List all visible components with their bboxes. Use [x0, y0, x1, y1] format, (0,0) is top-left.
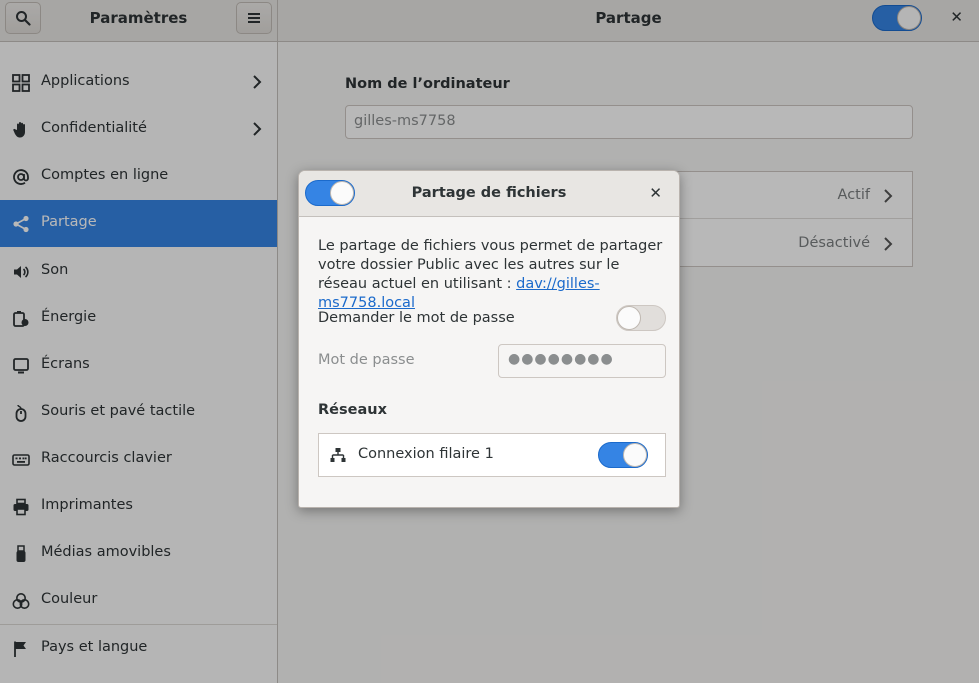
dialog-close-button[interactable]: ✕: [649, 184, 662, 202]
sidebar-item-label: Souris et pavé tactile: [41, 403, 196, 419]
display-icon: [13, 358, 29, 374]
sidebar-item-region-language[interactable]: Pays et langue: [0, 625, 277, 672]
computer-name-input[interactable]: gilles-ms7758: [345, 105, 913, 139]
keyboard-icon: [12, 454, 30, 466]
flag-icon: [14, 641, 26, 657]
app-title: Paramètres: [89, 9, 188, 27]
usb-icon: [16, 545, 26, 562]
sidebar-item-applications[interactable]: Applications: [0, 59, 277, 106]
printer-icon: [13, 498, 29, 516]
sidebar-item-keyboard-shortcuts[interactable]: Raccourcis clavier: [0, 436, 277, 483]
dialog-title: Partage de fichiers: [411, 185, 567, 201]
share-icon: [13, 215, 29, 233]
sidebar-item-label: Couleur: [41, 591, 98, 607]
computer-name-label: Nom de l’ordinateur: [345, 76, 510, 92]
switch-knob: [897, 6, 921, 30]
sidebar-item-power[interactable]: Énergie: [0, 295, 277, 342]
sidebar-item-label: Raccourcis clavier: [41, 450, 172, 466]
dialog-header: Partage de fichiers ✕: [299, 171, 679, 217]
sidebar-item-removable-media[interactable]: Médias amovibles: [0, 530, 277, 577]
sidebar-item-label: Applications: [41, 73, 130, 89]
sidebar-item-label: Partage: [41, 214, 97, 230]
window-close-button[interactable]: ✕: [950, 8, 963, 26]
sidebar-item-label: Médias amovibles: [41, 544, 171, 560]
sharing-master-switch[interactable]: [872, 5, 922, 31]
password-field[interactable]: ●●●●●●●●: [498, 344, 666, 378]
power-icon: [13, 311, 29, 327]
service-status: Désactivé: [798, 235, 870, 251]
switch-knob: [617, 306, 641, 330]
mouse-icon: [15, 404, 27, 422]
network-name: Connexion filaire 1: [358, 446, 494, 462]
password-label: Mot de passe: [318, 352, 415, 368]
sidebar-item-privacy[interactable]: Confidentialité: [0, 106, 277, 153]
sidebar-item-color[interactable]: Couleur: [0, 577, 277, 624]
speaker-icon: [14, 266, 29, 278]
dialog-description: Le partage de fichiers vous permet de pa…: [318, 237, 668, 313]
sidebar-item-label: Comptes en ligne: [41, 167, 169, 183]
network-row: Connexion filaire 1: [318, 433, 666, 477]
hand-icon: [13, 122, 25, 138]
switch-knob: [623, 443, 647, 467]
at-icon: [13, 169, 29, 185]
require-password-label: Demander le mot de passe: [318, 310, 515, 326]
menu-button[interactable]: [236, 2, 272, 34]
hamburger-menu-icon: [248, 13, 260, 23]
sidebar-item-label: Son: [41, 262, 69, 278]
sidebar: Applications Confidentialité Comptes en …: [0, 42, 278, 683]
sidebar-item-printers[interactable]: Imprimantes: [0, 483, 277, 530]
sidebar-item-label: Énergie: [41, 309, 97, 325]
sidebar-item-label: Imprimantes: [41, 497, 133, 513]
description-text: Le partage de fichiers vous permet de pa…: [318, 238, 663, 292]
sidebar-item-label: Écrans: [41, 356, 90, 372]
sidebar-item-sound[interactable]: Son: [0, 248, 277, 295]
service-status: Actif: [837, 187, 870, 203]
require-password-switch[interactable]: [616, 305, 666, 331]
sidebar-item-sharing[interactable]: Partage: [0, 200, 277, 247]
chevron-right-icon: [253, 75, 262, 89]
header-bar: Paramètres Partage ✕: [0, 0, 979, 42]
sidebar-item-displays[interactable]: Écrans: [0, 342, 277, 389]
search-icon: [16, 11, 31, 26]
close-icon: ✕: [649, 184, 662, 202]
sidebar-item-label: Confidentialité: [41, 120, 147, 136]
close-icon: ✕: [950, 8, 963, 26]
wired-network-icon: [330, 448, 346, 462]
sidebar-item-online-accounts[interactable]: Comptes en ligne: [0, 153, 277, 200]
chevron-right-icon: [253, 122, 262, 136]
search-button[interactable]: [5, 2, 41, 34]
sidebar-item-label: Pays et langue: [41, 639, 148, 655]
network-switch[interactable]: [598, 442, 648, 468]
applications-icon: [12, 74, 30, 92]
color-icon: [12, 593, 30, 609]
sidebar-header: Paramètres: [0, 0, 278, 41]
chevron-right-icon: [884, 237, 893, 251]
sidebar-item-mouse-touchpad[interactable]: Souris et pavé tactile: [0, 389, 277, 436]
chevron-right-icon: [884, 189, 893, 203]
networks-title: Réseaux: [318, 402, 387, 418]
file-sharing-dialog: Partage de fichiers ✕ Le partage de fich…: [298, 170, 680, 508]
